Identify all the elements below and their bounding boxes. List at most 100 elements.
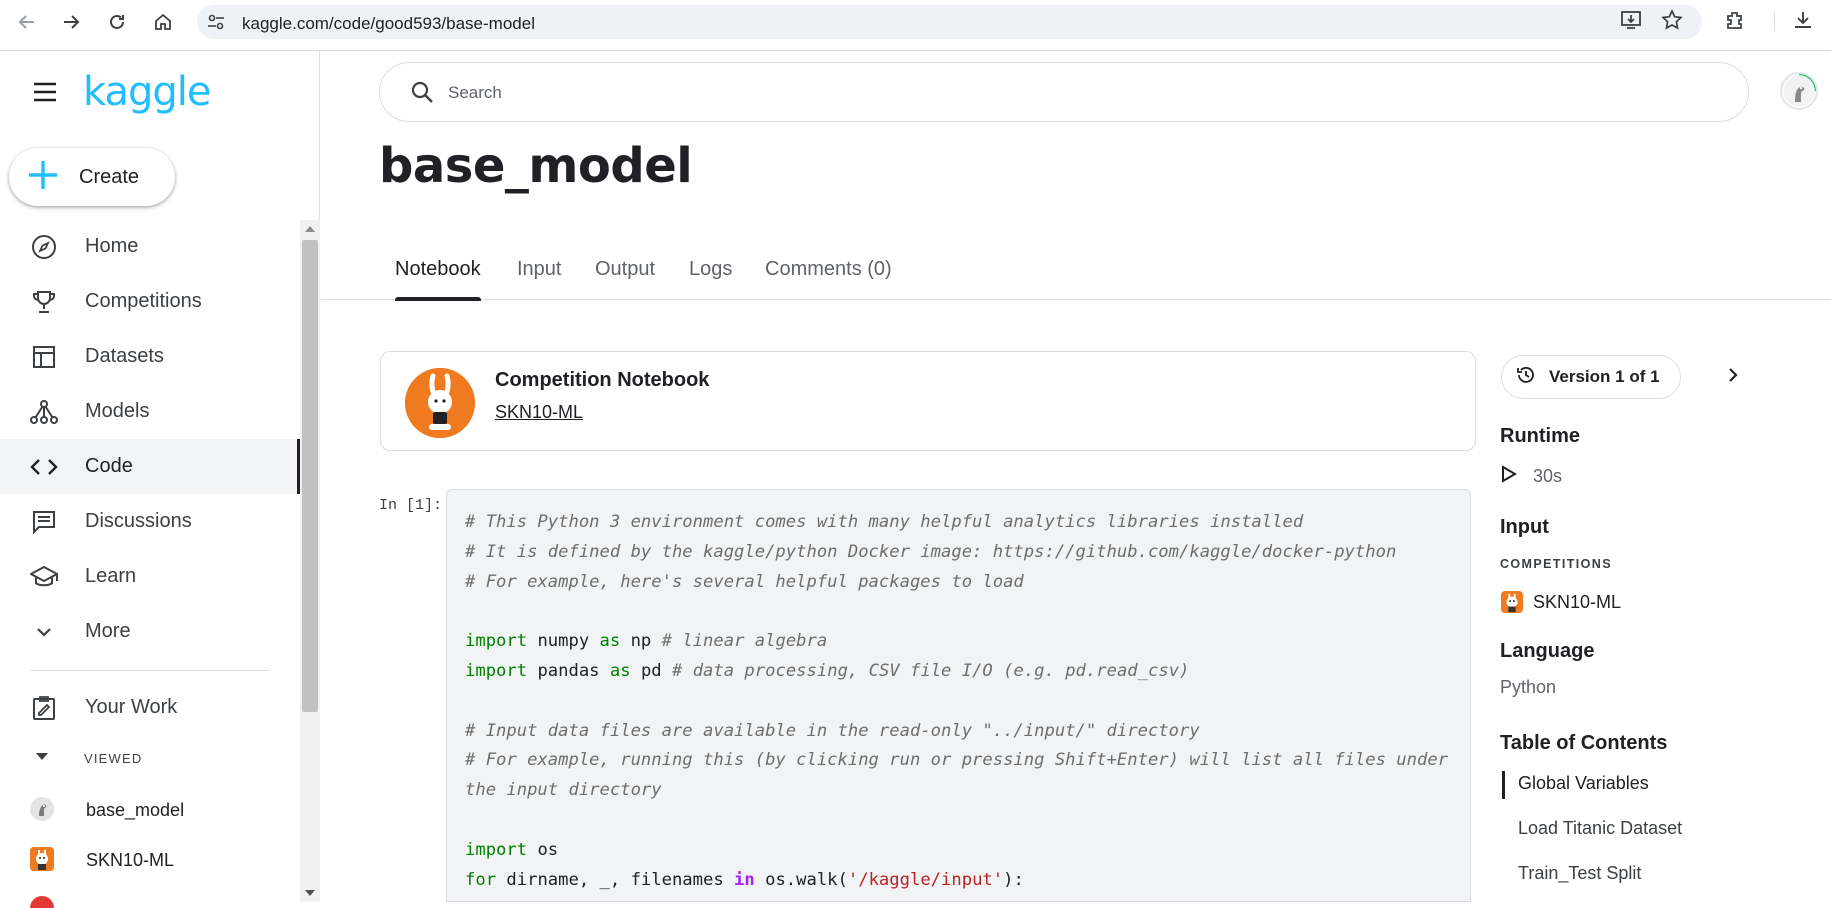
tab-logs[interactable]: Logs <box>689 258 732 300</box>
nav-list: Home Competitions Datasets Models Code D… <box>0 219 300 659</box>
competition-link[interactable]: SKN10-ML <box>495 402 583 423</box>
toc-item[interactable]: Train_Test Split <box>1500 853 1800 898</box>
code-keyword: import <box>465 631 528 652</box>
install-app-icon[interactable] <box>1620 9 1642 36</box>
cell-execution-label: In [1]: <box>379 497 443 514</box>
table-icon <box>30 343 58 371</box>
create-button[interactable]: Create <box>9 148 175 206</box>
create-label: Create <box>79 165 140 188</box>
language-value: Python <box>1500 677 1557 697</box>
browser-toolbar: kaggle.com/code/good593/base-model <box>0 0 1831 51</box>
sidebar-item-home[interactable]: Home <box>0 219 300 274</box>
sidebar-item-label: Your Work <box>85 696 178 718</box>
toc-item[interactable]: Global Variables <box>1500 763 1800 808</box>
play-icon <box>1501 465 1517 488</box>
recent-item-label: SKN10-ML <box>86 850 175 870</box>
toolbar-divider <box>1774 11 1775 31</box>
page-title: base_model <box>379 138 693 194</box>
version-button[interactable]: Version 1 of 1 <box>1501 355 1681 399</box>
sidebar-item-models[interactable]: Models <box>0 384 300 439</box>
compass-icon <box>30 233 58 261</box>
school-icon <box>30 563 58 591</box>
menu-icon[interactable] <box>32 81 58 108</box>
competition-thumbnail-icon <box>1501 591 1523 613</box>
site-settings-icon[interactable] <box>207 13 225 36</box>
code-keyword: as <box>599 631 621 652</box>
sidebar-item-datasets[interactable]: Datasets <box>0 329 300 384</box>
competition-notebook-card: Competition Notebook SKN10-ML <box>380 351 1476 451</box>
sidebar-item-label: Learn <box>85 565 137 587</box>
recent-item-skn10-ml[interactable]: SKN10-ML <box>0 835 300 885</box>
language-header: Language <box>1500 640 1595 662</box>
recent-item-base-model[interactable]: base_model <box>0 785 300 835</box>
sidebar-item-label: Code <box>85 455 133 477</box>
code-content: # This Python 3 environment comes with m… <box>465 512 1449 890</box>
models-icon <box>30 398 58 426</box>
forward-icon[interactable] <box>58 9 84 35</box>
edit-note-icon <box>30 694 58 722</box>
reload-icon[interactable] <box>104 9 130 35</box>
code-keyword: import <box>465 839 528 860</box>
recent-item-label: base_model <box>86 800 185 820</box>
code-line: # For example, here's several helpful pa… <box>465 571 1024 592</box>
chevron-right-icon[interactable] <box>1722 364 1744 391</box>
toc-header: Table of Contents <box>1500 732 1668 754</box>
sidebar-item-code[interactable]: Code <box>0 439 300 494</box>
chevron-down-icon <box>30 618 58 646</box>
sidebar-item-label: Models <box>85 400 150 422</box>
viewed-header: VIEWED <box>84 751 143 766</box>
scroll-up-arrow-icon[interactable] <box>305 226 315 232</box>
sidebar-item-more[interactable]: More <box>0 604 300 659</box>
caret-down-icon <box>36 753 48 760</box>
notebook-avatar-icon <box>30 797 54 821</box>
notebook-tabs: Notebook Input Output Logs Comments (0) <box>321 248 1831 301</box>
code-keyword: for <box>465 869 497 890</box>
code-icon <box>30 453 58 481</box>
home-icon[interactable] <box>150 9 176 35</box>
sidebar-item-competitions[interactable]: Competitions <box>0 274 300 329</box>
competition-mascot-icon <box>405 368 475 438</box>
code-cell[interactable]: # This Python 3 environment comes with m… <box>446 489 1471 902</box>
tab-output[interactable]: Output <box>595 258 655 300</box>
code-comment: # linear algebra <box>661 631 828 652</box>
input-header: Input <box>1500 516 1549 538</box>
kaggle-logo[interactable]: kaggle <box>83 69 211 115</box>
back-icon[interactable] <box>14 9 40 35</box>
code-operator: in <box>734 869 755 890</box>
url-text[interactable]: kaggle.com/code/good593/base-model <box>242 14 535 34</box>
user-avatar[interactable] <box>1780 72 1818 110</box>
input-competition-link[interactable]: SKN10-ML <box>1533 592 1621 613</box>
tab-notebook[interactable]: Notebook <box>395 258 481 301</box>
competitions-header: COMPETITIONS <box>1500 557 1612 571</box>
left-sidebar: kaggle Create Home Competitions Datasets <box>0 51 320 908</box>
recent-item-partial-icon <box>30 896 54 908</box>
extensions-icon[interactable] <box>1724 9 1746 36</box>
code-line: the input directory <box>465 780 662 801</box>
code-line: # It is defined by the kaggle/python Doc… <box>465 541 1397 562</box>
tab-input[interactable]: Input <box>517 258 561 300</box>
sidebar-item-learn[interactable]: Learn <box>0 549 300 604</box>
sidebar-scrollbar[interactable] <box>300 220 320 902</box>
bookmark-star-icon[interactable] <box>1661 9 1683 36</box>
scroll-down-arrow-icon[interactable] <box>305 890 315 896</box>
code-keyword: import <box>465 660 528 681</box>
search-input[interactable] <box>448 79 1648 107</box>
code-line: # For example, running this (by clicking… <box>465 750 1449 771</box>
table-of-contents: Global Variables Load Titanic Dataset Tr… <box>1500 763 1800 898</box>
sidebar-item-label: Discussions <box>85 510 192 532</box>
trophy-icon <box>30 288 58 316</box>
search-bar[interactable] <box>379 62 1749 122</box>
scrollbar-thumb[interactable] <box>302 240 318 712</box>
viewed-section-toggle[interactable]: VIEWED <box>0 739 300 779</box>
code-line: # This Python 3 environment comes with m… <box>465 512 1304 532</box>
plus-icon <box>27 159 59 196</box>
sidebar-item-your-work[interactable]: Your Work <box>0 680 300 735</box>
runtime-value: 30s <box>1533 466 1563 486</box>
competition-notebook-label: Competition Notebook <box>495 369 710 391</box>
downloads-icon[interactable] <box>1792 9 1814 36</box>
address-bar[interactable]: kaggle.com/code/good593/base-model <box>197 5 1702 39</box>
tab-comments[interactable]: Comments (0) <box>765 258 892 300</box>
notebook-info-panel: Version 1 of 1 Runtime 30s Input COMPETI… <box>1500 355 1831 902</box>
sidebar-item-discussions[interactable]: Discussions <box>0 494 300 549</box>
toc-item[interactable]: Load Titanic Dataset <box>1500 808 1800 853</box>
